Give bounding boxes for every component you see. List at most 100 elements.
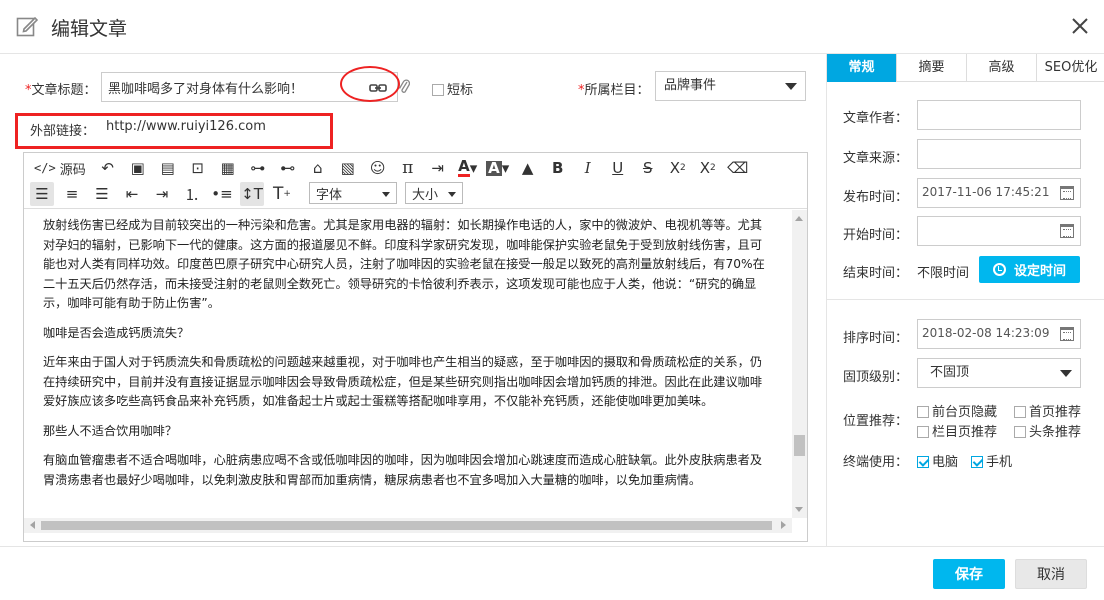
author-input[interactable] [917, 100, 1081, 130]
scroll-thumb[interactable] [41, 521, 772, 530]
scroll-up-icon[interactable] [795, 216, 803, 221]
paragraph: 近年来由于国人对于钙质流失和骨质疏松的问题越来越重视，对于咖啡也产生相当的疑惑，… [43, 355, 763, 408]
dialog-header: 编辑文章 [0, 0, 1104, 54]
edit-icon [16, 16, 38, 37]
font-family-select[interactable]: 字体 [309, 182, 397, 204]
chevron-down-icon [1060, 370, 1072, 377]
title-label: *文章标题： [25, 83, 97, 98]
calendar-icon[interactable] [1060, 327, 1074, 341]
tab-advanced[interactable]: 高级 [967, 54, 1037, 82]
link-button[interactable] [358, 72, 398, 102]
option-headline-recommend[interactable]: 头条推荐 [1014, 421, 1081, 440]
author-label: 文章作者： [843, 111, 909, 126]
external-link-label: 外部链接： [30, 124, 96, 139]
tab-general[interactable]: 常规 [827, 54, 897, 82]
scroll-left-icon[interactable] [30, 521, 35, 529]
publish-time-input[interactable]: 2017-11-06 17:45:21 [917, 178, 1081, 208]
link-icon [369, 84, 387, 92]
format-painter-icon[interactable]: ▲ [516, 156, 540, 180]
insert-row-icon[interactable]: ⇥ [426, 156, 450, 180]
scroll-right-icon[interactable] [781, 521, 786, 529]
italic-icon[interactable]: I [576, 156, 600, 180]
save-button[interactable]: 保存 [933, 559, 1005, 589]
bold-icon[interactable]: B [546, 156, 570, 180]
close-icon[interactable] [1070, 16, 1090, 36]
option-pc[interactable]: 电脑 [917, 451, 958, 470]
template-icon[interactable]: ▤ [156, 156, 180, 180]
sort-time-input[interactable]: 2018-02-08 14:23:09 [917, 319, 1081, 349]
column-select[interactable]: 品牌事件 [655, 71, 806, 101]
tab-summary[interactable]: 摘要 [897, 54, 967, 82]
clock-icon [992, 263, 1006, 276]
source-button[interactable]: </> 源码 [30, 156, 90, 180]
font-size-up-icon[interactable]: T + [270, 182, 294, 206]
superscript-icon[interactable]: X2 [696, 156, 720, 180]
chevron-down-icon [785, 83, 797, 90]
emoji-icon[interactable]: ☺ [366, 156, 390, 180]
background-color-icon[interactable]: A ▾ [486, 156, 510, 180]
chevron-down-icon [448, 192, 456, 197]
unlink-icon[interactable]: ⊷ [276, 156, 300, 180]
line-height-icon[interactable]: ↕ T [240, 182, 264, 206]
anchor-icon[interactable]: ⌂ [306, 156, 330, 180]
subscript-icon[interactable]: X2 [666, 156, 690, 180]
external-link-input[interactable]: http://www.ruiyi126.com [100, 116, 328, 142]
undo-icon[interactable]: ↶ [96, 156, 120, 180]
attachment-icon[interactable] [398, 78, 410, 96]
justify-icon[interactable]: ☰ [90, 182, 114, 206]
start-time-input[interactable] [917, 216, 1081, 246]
document-icon[interactable]: ▦ [216, 156, 240, 180]
position-label: 位置推荐： [843, 414, 909, 429]
ordered-list-icon[interactable]: ⒈ [180, 182, 204, 206]
option-home-recommend[interactable]: 首页推荐 [1014, 401, 1081, 420]
font-color-icon[interactable]: A ▾ [456, 156, 480, 180]
option-mobile[interactable]: 手机 [971, 451, 1012, 470]
calendar-icon[interactable] [1060, 186, 1074, 200]
option-hide-front[interactable]: 前台页隐藏 [917, 401, 997, 420]
formula-icon[interactable]: π [396, 156, 420, 180]
indent-icon[interactable]: ⇥ [150, 182, 174, 206]
calendar-icon[interactable] [1060, 224, 1074, 238]
source-label: 文章来源： [843, 151, 909, 166]
option-column-recommend[interactable]: 栏目页推荐 [917, 421, 997, 440]
sort-time-label: 排序时间： [843, 331, 909, 346]
pin-level-label: 固顶级别： [843, 370, 909, 385]
dialog-title: 编辑文章 [51, 18, 128, 40]
paragraph: 那些人不适合饮用咖啡？ [43, 423, 178, 438]
pin-level-select[interactable]: 不固顶 [917, 358, 1081, 388]
image-icon[interactable]: ▧ [336, 156, 360, 180]
align-left-icon[interactable]: ☰ [30, 182, 54, 206]
dialog-footer: 保存 取消 [0, 546, 1104, 600]
unordered-list-icon[interactable]: •≡ [210, 182, 234, 206]
source-input[interactable] [917, 139, 1081, 169]
divider [827, 299, 1104, 300]
title-input[interactable]: 黑咖啡喝多了对身体有什么影响！ [101, 72, 359, 102]
preview-icon[interactable]: ⊡ [186, 156, 210, 180]
shortcut-check-box[interactable] [432, 84, 444, 96]
clear-format-icon[interactable]: ⌫ [726, 156, 750, 180]
tab-seo[interactable]: SEO优化 [1037, 54, 1104, 82]
start-time-label: 开始时间： [843, 228, 909, 243]
strikethrough-icon[interactable]: S [636, 156, 660, 180]
editor-content[interactable]: 放射线伤害已经成为目前较突出的一种污染和危害。尤其是家用电器的辐射：如长期操作电… [24, 210, 792, 518]
scroll-down-icon[interactable] [795, 507, 803, 512]
publish-time-label: 发布时间： [843, 190, 909, 205]
vertical-scrollbar[interactable] [792, 210, 807, 518]
align-right-icon[interactable]: ≡ [60, 182, 84, 206]
chevron-down-icon [382, 192, 390, 197]
horizontal-scrollbar[interactable] [24, 518, 792, 533]
cancel-button[interactable]: 取消 [1015, 559, 1087, 589]
column-label: *所属栏目： [578, 83, 650, 98]
outdent-icon[interactable]: ⇤ [120, 182, 144, 206]
column-value: 品牌事件 [664, 78, 717, 93]
shortcut-checkbox[interactable]: 短标 [432, 79, 473, 98]
end-time-value: 不限时间 [917, 266, 970, 281]
paragraph: 咖啡是否会造成钙质流失？ [43, 325, 190, 340]
paragraph: 有脑血管瘤患者不适合喝咖啡，心脏病患应喝不含或低咖啡因的咖啡，因为咖啡因会增加心… [43, 453, 763, 487]
scroll-thumb[interactable] [794, 435, 805, 456]
set-time-button[interactable]: 设定时间 [979, 256, 1080, 283]
paste-icon[interactable]: ▣ [126, 156, 150, 180]
font-size-select[interactable]: 大小 [405, 182, 463, 204]
underline-icon[interactable]: U [606, 156, 630, 180]
link-insert-icon[interactable]: ⊶ [246, 156, 270, 180]
